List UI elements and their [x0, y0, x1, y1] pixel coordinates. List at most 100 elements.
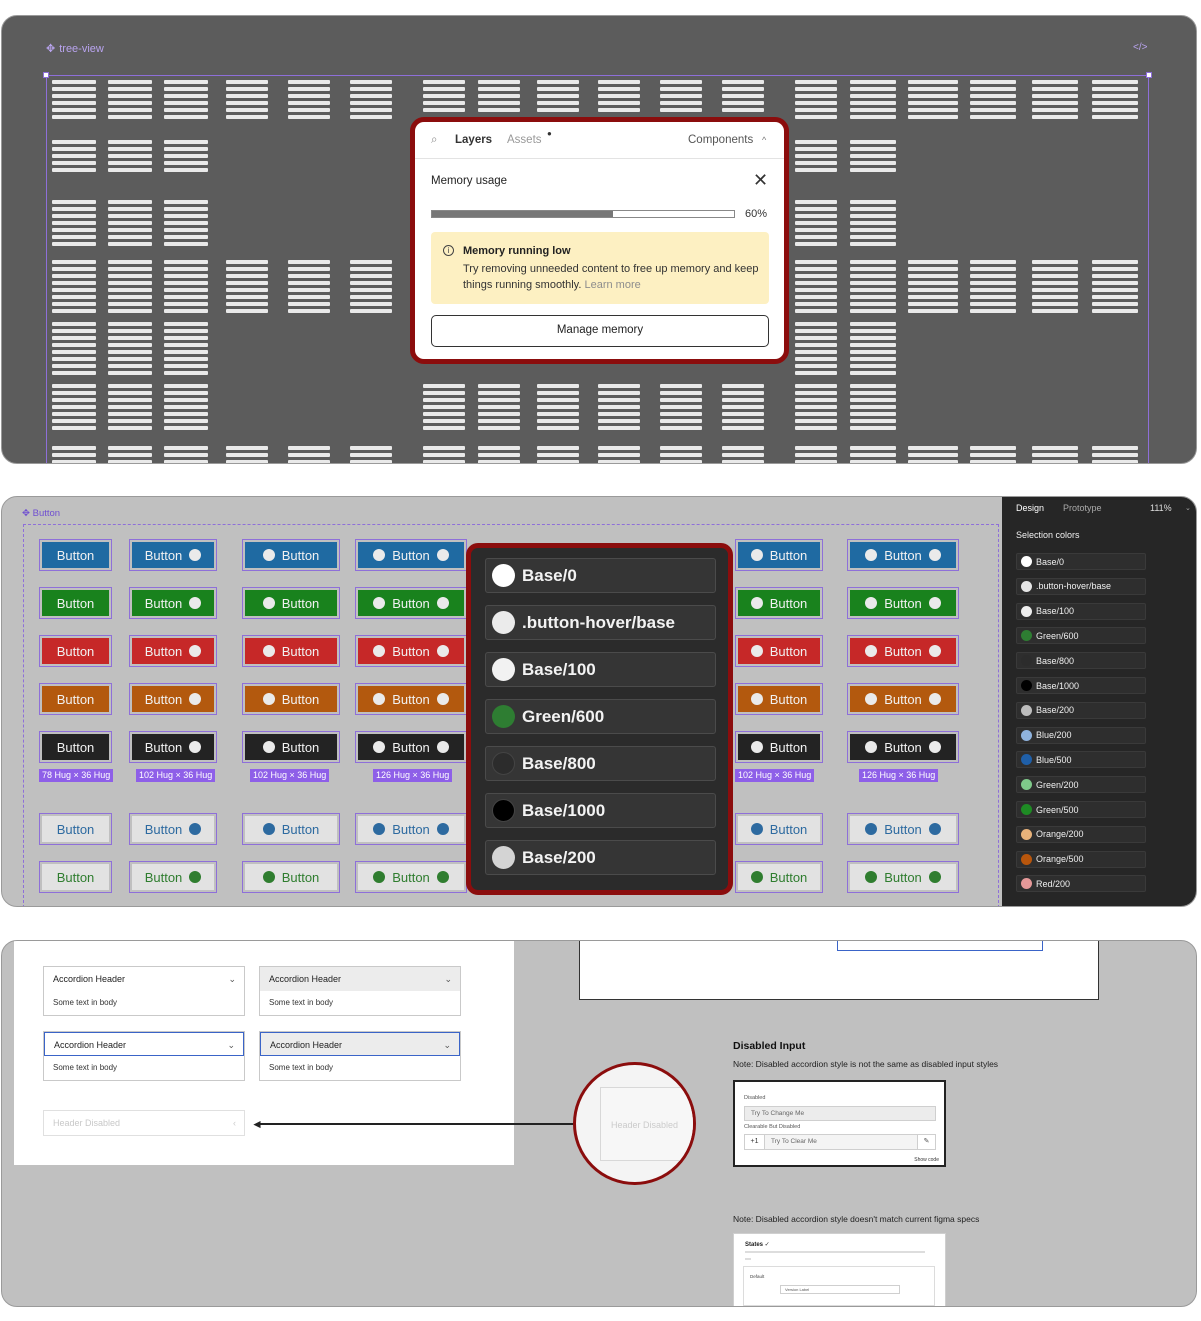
outline-button-variant[interactable]: Button — [847, 861, 959, 893]
button-variant[interactable]: Button — [39, 635, 112, 667]
button-variant[interactable]: Button — [39, 587, 112, 619]
color-option[interactable]: .button-hover/base — [485, 605, 716, 640]
thumbnail-line — [52, 309, 96, 313]
frame-label[interactable]: ✥ Button — [22, 508, 60, 519]
thumbnail-line — [108, 228, 152, 232]
button-variant[interactable]: Button — [847, 539, 959, 571]
thumbnail-line — [795, 412, 837, 416]
outline-button-variant[interactable]: Button — [242, 861, 340, 893]
accordion-focused-hover[interactable]: Accordion Header ⌄ Some text in body — [259, 1031, 461, 1081]
color-option[interactable]: Base/100 — [485, 652, 716, 687]
outline-button-variant[interactable]: Button — [39, 813, 112, 845]
thumbnail-line — [850, 398, 896, 402]
selection-color-item[interactable]: Base/100 — [1016, 602, 1146, 620]
close-icon[interactable]: ✕ — [753, 171, 768, 189]
button-variant[interactable]: Button — [735, 587, 823, 619]
selection-color-item[interactable]: Green/500 — [1016, 801, 1146, 818]
button-variant[interactable]: Button — [355, 635, 467, 667]
accordion-focused[interactable]: Accordion Header ⌄ Some text in body — [43, 1031, 245, 1081]
button-variant[interactable]: Button — [355, 683, 467, 715]
thumbnail-line — [850, 426, 896, 430]
button-variant[interactable]: Button — [39, 683, 112, 715]
tab-assets[interactable]: Assets — [507, 134, 542, 146]
tab-design[interactable]: Design — [1016, 503, 1044, 513]
selection-color-item[interactable]: .button-hover/base — [1016, 577, 1146, 595]
thumbnail-line — [908, 260, 958, 264]
button-variant[interactable]: Button — [129, 539, 217, 571]
selection-color-item[interactable]: Green/200 — [1016, 776, 1146, 794]
button-variant[interactable]: Button — [129, 635, 217, 667]
button-variant[interactable]: Button — [242, 683, 340, 715]
color-swatch-icon — [1021, 878, 1032, 890]
outline-button-variant[interactable]: Button — [242, 813, 340, 845]
button-variant[interactable]: Button — [242, 587, 340, 619]
button-variant[interactable]: Button — [355, 539, 467, 571]
button-variant[interactable]: Button — [129, 587, 217, 619]
button-label: Button — [769, 547, 808, 563]
button-variant[interactable]: Button — [242, 731, 340, 763]
selection-color-item[interactable]: Orange/500 — [1016, 850, 1146, 868]
show-code-link[interactable]: Show code — [914, 1157, 939, 1163]
thumbnail-line — [908, 80, 958, 84]
chevron-down-icon: ⌄ — [443, 1040, 451, 1050]
outline-button-variant[interactable]: Button — [355, 861, 467, 893]
outline-button-variant[interactable]: Button — [129, 813, 217, 845]
button-variant[interactable]: Button — [39, 539, 112, 571]
button-variant[interactable]: Button — [847, 683, 959, 715]
selection-color-item[interactable]: Blue/500 — [1016, 751, 1146, 769]
selection-color-item[interactable]: Red/200 — [1016, 875, 1146, 893]
frame-label[interactable]: ✥ tree-view — [46, 42, 104, 56]
zoom-level[interactable]: 111% — [1150, 503, 1172, 513]
accordion-hover[interactable]: Accordion Header ⌄ Some text in body — [259, 966, 461, 1016]
button-variant[interactable]: Button — [242, 635, 340, 667]
button-variant[interactable]: Button — [242, 539, 340, 571]
selection-color-item[interactable]: Base/800 — [1016, 652, 1146, 670]
resize-handle[interactable] — [1146, 72, 1152, 78]
search-icon[interactable]: ⌕ — [431, 134, 437, 147]
manage-memory-button[interactable]: Manage memory — [431, 315, 769, 347]
resize-handle[interactable] — [43, 72, 49, 78]
button-variant[interactable]: Button — [129, 731, 217, 763]
button-variant[interactable]: Button — [735, 683, 823, 715]
color-option[interactable]: Base/0 — [485, 558, 716, 593]
accordion[interactable]: Accordion Header ⌄ Some text in body — [43, 966, 245, 1016]
button-variant[interactable]: Button — [355, 587, 467, 619]
button-variant[interactable]: Button — [735, 731, 823, 763]
tab-layers[interactable]: Layers — [455, 134, 492, 146]
outline-button-variant[interactable]: Button — [39, 861, 112, 893]
chevron-up-icon[interactable]: ^ — [762, 135, 766, 145]
outline-button-variant[interactable]: Button — [847, 813, 959, 845]
tab-prototype[interactable]: Prototype — [1063, 503, 1102, 513]
thumbnail-line — [108, 322, 152, 326]
thumbnail-line — [795, 426, 837, 430]
outline-button-variant[interactable]: Button — [129, 861, 217, 893]
selection-color-item[interactable]: Green/600 — [1016, 627, 1146, 645]
outline-button-variant[interactable]: Button — [355, 813, 467, 845]
button-variant[interactable]: Button — [847, 635, 959, 667]
code-icon[interactable]: </> — [1133, 42, 1147, 53]
selection-color-item[interactable]: Base/0 — [1016, 553, 1146, 570]
button-variant[interactable]: Button — [735, 539, 823, 571]
chevron-down-icon[interactable]: ⌄ — [1185, 504, 1191, 512]
tab-components[interactable]: Components — [688, 134, 753, 146]
button-variant[interactable]: Button — [847, 587, 959, 619]
outline-button-variant[interactable]: Button — [735, 861, 823, 893]
color-option[interactable]: Base/800 — [485, 746, 716, 781]
selection-color-item[interactable]: Orange/200 — [1016, 825, 1146, 843]
color-option[interactable]: Green/600 — [485, 699, 716, 734]
button-variant[interactable]: Button — [735, 635, 823, 667]
button-variant[interactable]: Button — [355, 731, 467, 763]
button-variant[interactable]: Button — [129, 683, 217, 715]
thumbnail-line — [1032, 295, 1078, 299]
selection-color-item[interactable]: Base/1000 — [1016, 677, 1146, 694]
thumbnail-line — [164, 364, 208, 368]
focused-input[interactable] — [837, 941, 1043, 951]
button-variant[interactable]: Button — [847, 731, 959, 763]
learn-more-link[interactable]: Learn more — [584, 279, 640, 291]
outline-button-variant[interactable]: Button — [735, 813, 823, 845]
color-option[interactable]: Base/1000 — [485, 793, 716, 828]
selection-color-item[interactable]: Blue/200 — [1016, 726, 1146, 744]
button-variant[interactable]: Button — [39, 731, 112, 763]
selection-color-item[interactable]: Base/200 — [1016, 701, 1146, 719]
color-option[interactable]: Base/200 — [485, 840, 716, 875]
